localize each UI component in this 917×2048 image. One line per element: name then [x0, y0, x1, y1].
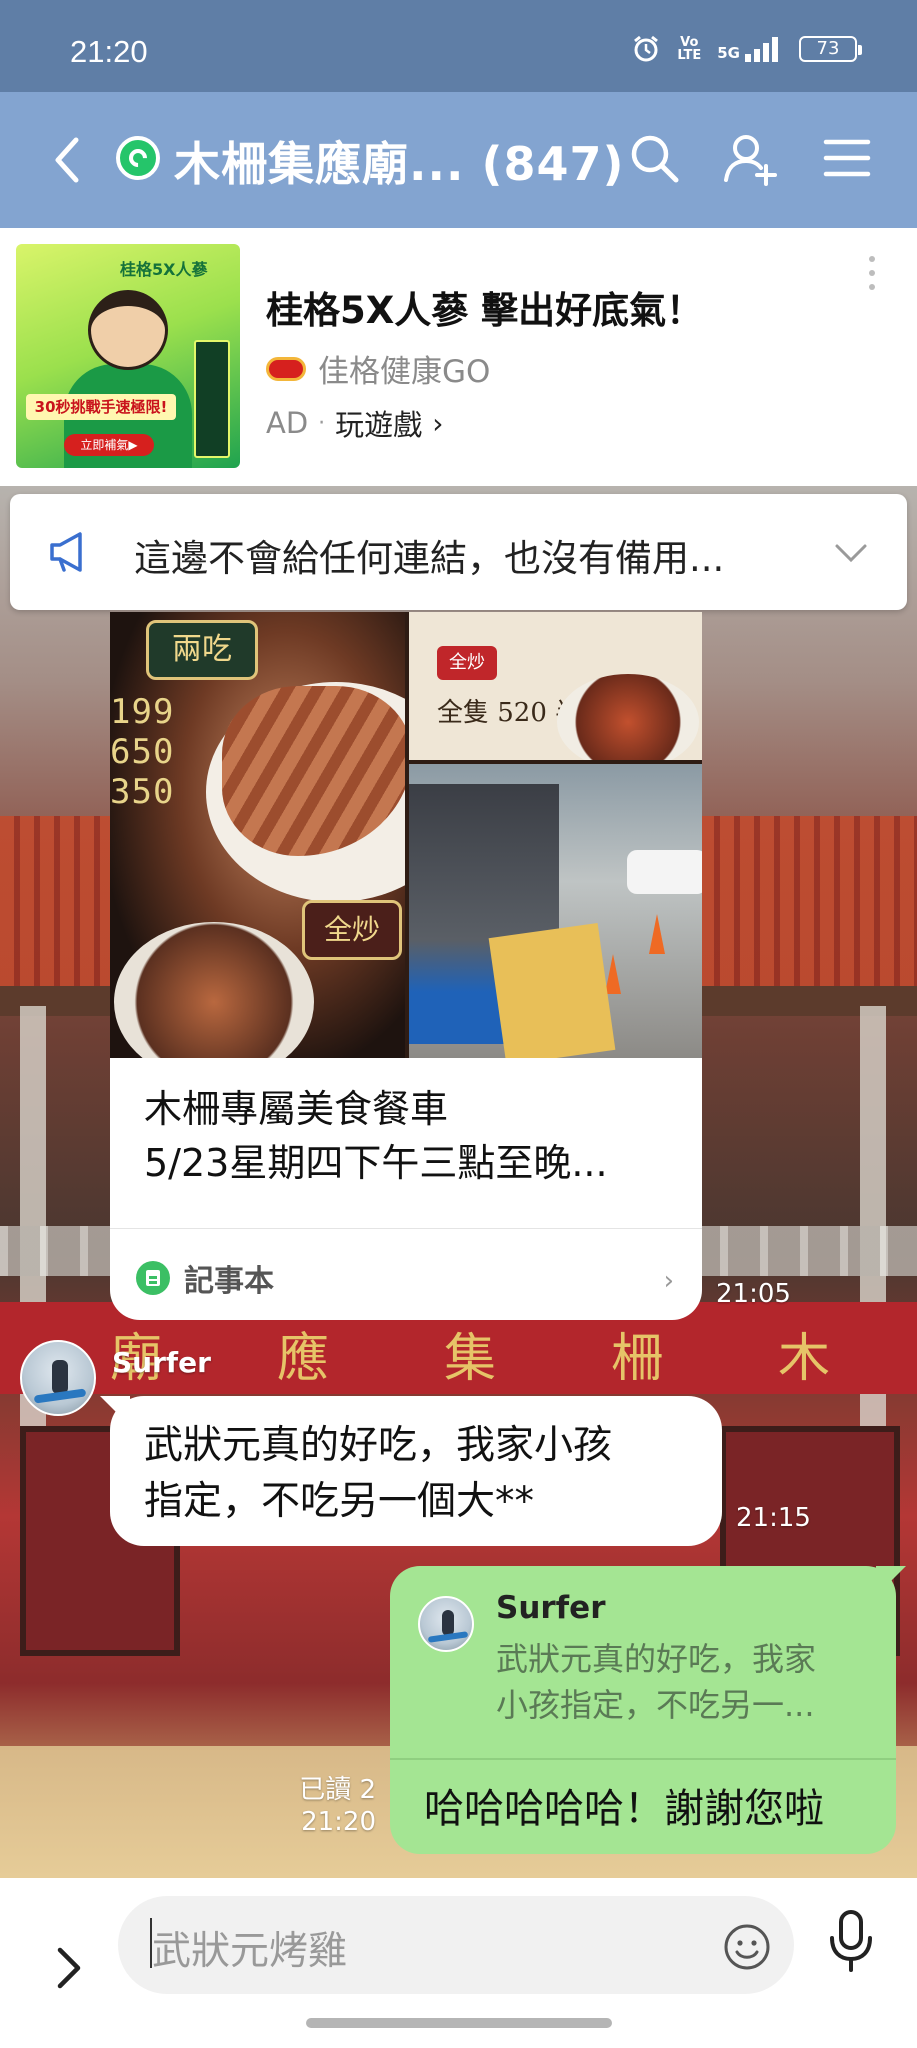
- ad-meta[interactable]: AD · 玩遊戲 ›: [266, 402, 443, 444]
- message-input-value: 武狀元烤雞: [152, 1929, 348, 1974]
- note-preview-text: 木柵專屬美食餐車 5/23星期四下午三點至晚...: [144, 1087, 608, 1185]
- announcement-bar[interactable]: 這邊不會給任何連結，也沒有備用...: [10, 494, 907, 610]
- chevron-down-icon[interactable]: [831, 532, 871, 572]
- brand-logo-icon: [266, 356, 306, 381]
- ad-image-cta[interactable]: 立即補氣▶: [64, 434, 154, 456]
- badge-two-ways: 兩吃: [146, 620, 258, 680]
- chevron-right-icon: ›: [432, 406, 444, 440]
- message-time: 21:05: [716, 1279, 791, 1309]
- chevron-right-icon: ›: [663, 1266, 674, 1296]
- read-receipt: 已讀 2 21:20: [299, 1775, 376, 1837]
- note-footer[interactable]: 記事本: [136, 1256, 274, 1300]
- message-input[interactable]: 武狀元烤雞: [118, 1896, 794, 1994]
- quoted-sender-name: Surfer: [496, 1590, 606, 1626]
- note-footer-label: 記事本: [184, 1264, 274, 1299]
- back-arrow-icon[interactable]: [48, 130, 88, 190]
- status-icons: Vo LTE 5G 73: [631, 34, 862, 64]
- quoted-avatar: [418, 1596, 474, 1652]
- ad-action-link[interactable]: 玩遊戲: [335, 402, 422, 444]
- status-bar: 21:20 Vo LTE 5G 73: [0, 0, 917, 92]
- ad-image-brand: 桂格5X人蔘: [120, 260, 208, 279]
- ad-label: AD: [266, 406, 309, 440]
- ad-image-tag: 30秒挑戰手速極限!: [26, 394, 176, 420]
- announcement-text: 這邊不會給任何連結，也沒有備用...: [134, 537, 725, 580]
- search-icon[interactable]: [626, 128, 684, 188]
- ad-brand-name: 佳格健康GO: [318, 354, 491, 390]
- add-friend-icon[interactable]: [722, 128, 780, 188]
- quoted-message-text[interactable]: 武狀元真的好吃，我家 小孩指定，不吃另一...: [496, 1636, 816, 1728]
- reply-text: 哈哈哈哈哈！謝謝您啦: [424, 1786, 824, 1832]
- chat-title[interactable]: 木柵集應廟... (847): [174, 128, 625, 194]
- menu-icon[interactable]: [818, 128, 876, 188]
- ad-spokesperson: [88, 290, 168, 370]
- chevron-right-icon[interactable]: [48, 1938, 88, 1998]
- note-image-roast-chicken[interactable]: 兩吃 199 650 350 全炒: [110, 612, 405, 1058]
- home-indicator[interactable]: [306, 2018, 612, 2028]
- group-chat-icon: [116, 136, 160, 180]
- note-image-food-truck[interactable]: [409, 764, 702, 1058]
- temple-plaque-text: 廟 應 集 柵 木: [110, 1329, 830, 1389]
- incoming-message-bubble[interactable]: 武狀元真的好吃，我家小孩 指定，不吃另一個大**: [110, 1396, 722, 1546]
- signal-icon: 5G: [717, 36, 783, 62]
- ad-image[interactable]: 桂格5X人蔘 30秒挑戰手速極限! 立即補氣▶: [16, 244, 240, 468]
- ad-banner[interactable]: 桂格5X人蔘 30秒挑戰手速極限! 立即補氣▶ 桂格5X人蔘 擊出好底氣！ 佳格…: [0, 228, 917, 486]
- message-time: 21:15: [736, 1503, 811, 1533]
- note-image-collage[interactable]: 兩吃 199 650 350 全炒 全炒 全隻 520 半隻 300: [110, 612, 702, 1058]
- alarm-icon: [634, 35, 659, 62]
- badge-stir-fry: 全炒: [302, 900, 402, 960]
- ad-product-pack: [194, 340, 230, 458]
- more-options-icon[interactable]: [867, 256, 877, 296]
- note-image-menu[interactable]: 全炒 全隻 520 半隻 300: [409, 612, 702, 760]
- megaphone-icon: [50, 532, 82, 572]
- ad-brand-row: 佳格健康GO: [266, 346, 490, 391]
- microphone-icon[interactable]: [826, 1908, 876, 1974]
- note-icon: [136, 1261, 170, 1295]
- note-card[interactable]: 兩吃 199 650 350 全炒 全炒 全隻 520 半隻 300 木柵專屬美…: [110, 612, 702, 1320]
- volte-indicator: Vo LTE: [677, 35, 702, 63]
- ad-title[interactable]: 桂格5X人蔘 擊出好底氣！: [266, 280, 703, 334]
- status-time: 21:20: [70, 34, 148, 69]
- chat-header: 木柵集應廟... (847): [0, 92, 917, 228]
- price-list: 199 650 350: [110, 692, 175, 812]
- emoji-icon[interactable]: [722, 1922, 772, 1972]
- avatar[interactable]: [20, 1340, 96, 1416]
- battery-icon: 73: [799, 36, 862, 62]
- sender-name: Surfer: [112, 1346, 211, 1379]
